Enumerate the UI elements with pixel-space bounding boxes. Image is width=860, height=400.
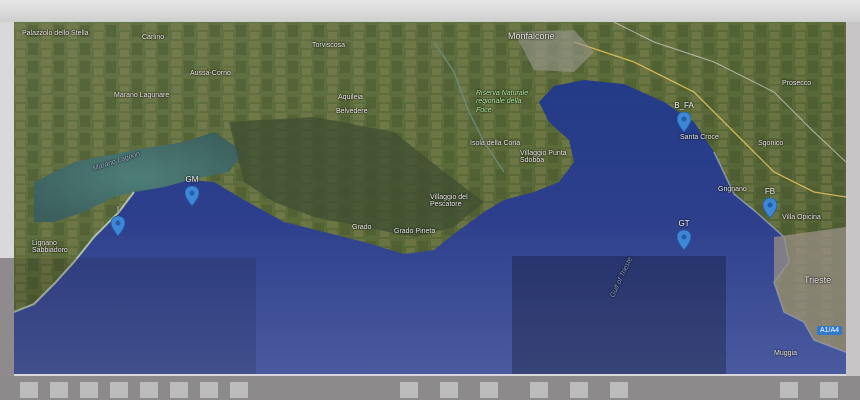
map-marker[interactable]: FB xyxy=(760,188,780,222)
strip-cell xyxy=(50,382,68,398)
strip-cell xyxy=(480,382,498,398)
place-label: Sgonico xyxy=(758,140,784,147)
place-label: Belvedere xyxy=(336,108,368,115)
map-pin-icon xyxy=(185,186,199,206)
map-pin-icon xyxy=(111,216,125,236)
marker-label: GT xyxy=(678,219,690,228)
strip-cell xyxy=(440,382,458,398)
strip-cell xyxy=(780,382,798,398)
map-marker[interactable]: I xyxy=(108,206,128,240)
strip-cell xyxy=(20,382,38,398)
strip-cell xyxy=(400,382,418,398)
right-edge xyxy=(846,22,860,378)
place-label: Grignano xyxy=(718,186,747,193)
place-label: Villaggio del Pescatore xyxy=(430,194,468,208)
place-label: Marano Lagunare xyxy=(114,92,170,99)
satellite-map[interactable]: Palazzolo dello Stella Carlino Marano La… xyxy=(14,22,846,374)
map-marker[interactable]: GT xyxy=(674,220,694,254)
unloaded-tile xyxy=(14,258,256,374)
map-pin-icon xyxy=(677,112,691,132)
place-label: Aquileia xyxy=(338,94,363,101)
place-label: Monfalcone xyxy=(508,31,555,41)
map-marker[interactable]: B_FA xyxy=(674,102,694,136)
place-label: Lignano Sabbiadoro xyxy=(32,240,68,254)
strip-cell xyxy=(570,382,588,398)
left-edge xyxy=(0,258,14,378)
place-label: Grado Pineta xyxy=(394,228,436,235)
strip-cell xyxy=(170,382,188,398)
place-label: Trieste xyxy=(804,275,832,285)
strip-cell xyxy=(610,382,628,398)
place-label: Carlino xyxy=(142,34,165,41)
place-label: Grado xyxy=(352,224,372,231)
map-pin-icon xyxy=(677,230,691,250)
place-label: Villa Opicina xyxy=(782,214,821,221)
place-label: Aussa-Corno xyxy=(190,70,231,77)
map-pin-icon xyxy=(763,198,777,218)
strip-cell xyxy=(200,382,218,398)
strip-cell xyxy=(230,382,248,398)
place-label: Isola della Cona xyxy=(470,140,521,147)
strip-cell xyxy=(140,382,158,398)
place-label: Muggia xyxy=(774,350,797,357)
marker-label: GM xyxy=(185,175,199,184)
strip-cell xyxy=(110,382,128,398)
marker-label: B_FA xyxy=(674,101,694,110)
strip-cell xyxy=(820,382,838,398)
bottom-strip xyxy=(0,376,860,400)
marker-label: FB xyxy=(764,187,776,196)
top-strip xyxy=(0,0,860,22)
strip-cell xyxy=(80,382,98,398)
place-label: Riserva Naturale regionale della Foce xyxy=(476,90,529,114)
place-label: Prosecco xyxy=(782,80,812,87)
place-label: Villaggio Punta Sdobba xyxy=(520,150,567,164)
strip-cell xyxy=(530,382,548,398)
highway-badge: A1/A4 xyxy=(817,326,843,335)
place-label: Torviscosa xyxy=(312,42,346,49)
place-label: Palazzolo dello Stella xyxy=(22,30,89,37)
map-marker[interactable]: GM xyxy=(182,176,202,210)
marker-label: I xyxy=(116,205,120,214)
